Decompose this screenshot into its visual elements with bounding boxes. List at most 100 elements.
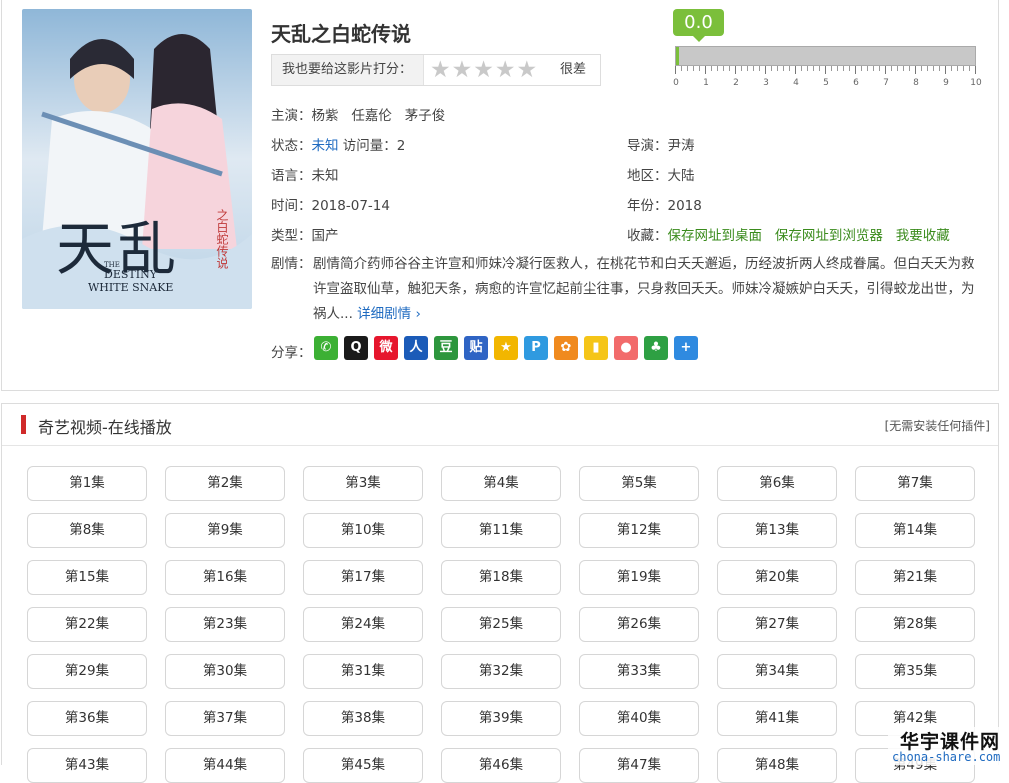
episode-button[interactable]: 第10集	[303, 513, 423, 548]
episode-button[interactable]: 第40集	[579, 701, 699, 736]
play-panel-note: [无需安装任何插件]	[884, 419, 990, 433]
episode-button[interactable]: 第35集	[855, 654, 975, 689]
episode-button[interactable]: 第6集	[717, 466, 837, 501]
episode-button[interactable]: 第30集	[165, 654, 285, 689]
scale-tick-label: 10	[970, 78, 982, 88]
episode-button[interactable]: 第15集	[27, 560, 147, 595]
episode-button[interactable]: 第33集	[579, 654, 699, 689]
episode-button[interactable]: 第41集	[717, 701, 837, 736]
scale-tick-label: 5	[823, 78, 829, 88]
star-icon[interactable]: ★	[495, 59, 516, 82]
star-icon[interactable]: ★	[517, 59, 538, 82]
episode-button[interactable]: 第17集	[303, 560, 423, 595]
douban-icon[interactable]: 豆	[434, 336, 458, 360]
episode-button[interactable]: 第5集	[579, 466, 699, 501]
cast-name[interactable]: 茅子俊	[405, 108, 446, 124]
episode-button[interactable]: 第29集	[27, 654, 147, 689]
episode-button[interactable]: 第26集	[579, 607, 699, 642]
episode-button[interactable]: 第47集	[579, 748, 699, 783]
episode-button[interactable]: 第14集	[855, 513, 975, 548]
plot-section: 剧情： 剧情简介药师谷谷主许宣和师妹冷凝行医救人，在桃花节和白夭夭邂逅，历经波折…	[271, 252, 983, 327]
tieba-icon[interactable]: 贴	[464, 336, 488, 360]
episode-button[interactable]: 第38集	[303, 701, 423, 736]
cast-label: 主演：	[271, 108, 312, 124]
episode-button[interactable]: 第28集	[855, 607, 975, 642]
episode-button[interactable]: 第27集	[717, 607, 837, 642]
episode-button[interactable]: 第32集	[441, 654, 561, 689]
episode-button[interactable]: 第37集	[165, 701, 285, 736]
episode-button[interactable]: 第24集	[303, 607, 423, 642]
more-share-icon[interactable]: +	[674, 336, 698, 360]
episode-button[interactable]: 第39集	[441, 701, 561, 736]
site-watermark: 华宇课件网 chona-share.com	[888, 727, 1009, 765]
star-icon[interactable]: ★	[430, 59, 451, 82]
episode-button[interactable]: 第3集	[303, 466, 423, 501]
save-to-browser-link[interactable]: 保存网址到浏览器	[775, 228, 883, 244]
poster-side-title: 之白蛇传说	[215, 209, 229, 269]
episode-button[interactable]: 第48集	[717, 748, 837, 783]
weibo-icon[interactable]: 微	[374, 336, 398, 360]
rating-widget: 我也要给这影片打分： ★★★★★ 很差	[271, 54, 601, 86]
qzone-icon[interactable]: ★	[494, 336, 518, 360]
kaixin-icon[interactable]: ✿	[554, 336, 578, 360]
watermark-url: chona-share.com	[892, 750, 1001, 764]
episode-button[interactable]: 第25集	[441, 607, 561, 642]
episode-button[interactable]: 第44集	[165, 748, 285, 783]
rate-word: 很差	[560, 62, 587, 77]
episode-button[interactable]: 第9集	[165, 513, 285, 548]
episode-button[interactable]: 第34集	[717, 654, 837, 689]
episode-button[interactable]: 第20集	[717, 560, 837, 595]
type-value: 国产	[311, 228, 339, 244]
episode-button[interactable]: 第12集	[579, 513, 699, 548]
time-label: 时间：	[271, 198, 312, 214]
episode-button[interactable]: 第16集	[165, 560, 285, 595]
movie-poster[interactable]: 天乱 THE DESTINY WHITE SNAKE 之白蛇传说	[22, 9, 252, 309]
star-icon[interactable]: ★	[452, 59, 473, 82]
episode-button[interactable]: 第21集	[855, 560, 975, 595]
cast-row: 主演：杨紫 任嘉伦 茅子俊	[271, 104, 445, 124]
episode-button[interactable]: 第7集	[855, 466, 975, 501]
cast-name[interactable]: 任嘉伦	[351, 108, 392, 124]
episode-button[interactable]: 第46集	[441, 748, 561, 783]
status-row: 状态：未知 访问量：2	[271, 134, 405, 154]
share-label: 分享：	[271, 345, 312, 361]
region-row: 地区：大陆	[627, 164, 695, 184]
save-to-desktop-link[interactable]: 保存网址到桌面	[668, 228, 763, 244]
type-label: 类型：	[271, 228, 312, 244]
cast-name[interactable]: 杨紫	[312, 108, 339, 124]
episode-button[interactable]: 第36集	[27, 701, 147, 736]
episode-button[interactable]: 第11集	[441, 513, 561, 548]
renren-icon[interactable]: 人	[404, 336, 428, 360]
star-icon[interactable]: ★	[473, 59, 494, 82]
gift-icon[interactable]: ●	[614, 336, 638, 360]
star-rating[interactable]: ★★★★★	[430, 59, 538, 82]
episode-button[interactable]: 第45集	[303, 748, 423, 783]
bookmark-icon[interactable]: ▮	[584, 336, 608, 360]
status-value[interactable]: 未知	[312, 138, 339, 154]
episode-button[interactable]: 第22集	[27, 607, 147, 642]
pengyou-icon[interactable]: P	[524, 336, 548, 360]
episode-button[interactable]: 第43集	[27, 748, 147, 783]
visits-label: 访问量：	[342, 138, 397, 154]
score-badge: 0.0	[673, 9, 724, 42]
episode-button[interactable]: 第4集	[441, 466, 561, 501]
wechat-icon[interactable]: ✆	[314, 336, 338, 360]
time-value: 2018-07-14	[311, 198, 390, 214]
episode-button[interactable]: 第19集	[579, 560, 699, 595]
episode-button[interactable]: 第13集	[717, 513, 837, 548]
episode-button[interactable]: 第2集	[165, 466, 285, 501]
episode-button[interactable]: 第8集	[27, 513, 147, 548]
clover-icon[interactable]: ♣	[644, 336, 668, 360]
language-value: 未知	[311, 168, 339, 184]
favorite-label: 收藏：	[627, 228, 668, 244]
episode-button[interactable]: 第1集	[27, 466, 147, 501]
plot-more-link[interactable]: 详细剧情 ›	[357, 306, 421, 322]
qq-icon[interactable]: Q	[344, 336, 368, 360]
episode-button[interactable]: 第23集	[165, 607, 285, 642]
score-bar	[675, 46, 976, 66]
type-row: 类型：国产	[271, 224, 339, 244]
add-favorite-link[interactable]: 我要收藏	[896, 228, 950, 244]
episode-button[interactable]: 第31集	[303, 654, 423, 689]
episode-button[interactable]: 第18集	[441, 560, 561, 595]
visits-value: 2	[396, 138, 406, 154]
